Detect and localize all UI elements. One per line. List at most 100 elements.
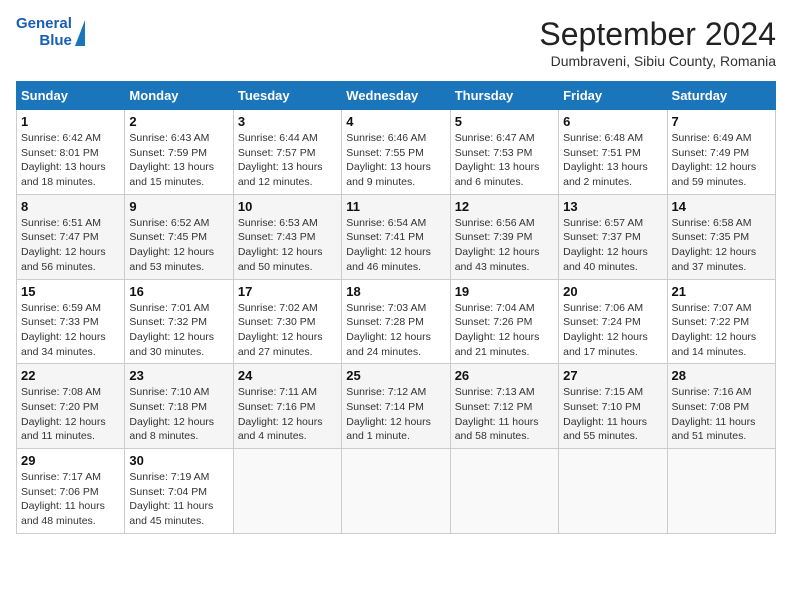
calendar-cell: 1 Sunrise: 6:42 AM Sunset: 8:01 PM Daylig…	[17, 110, 125, 195]
calendar-cell: 22 Sunrise: 7:08 AM Sunset: 7:20 PM Dayli…	[17, 364, 125, 449]
day-info: Sunrise: 7:10 AM Sunset: 7:18 PM Dayligh…	[129, 385, 228, 444]
day-number: 26	[455, 368, 554, 383]
calendar-cell: 19 Sunrise: 7:04 AM Sunset: 7:26 PM Dayli…	[450, 279, 558, 364]
weekday-header: Wednesday	[342, 82, 450, 110]
calendar-header-row: SundayMondayTuesdayWednesdayThursdayFrid…	[17, 82, 776, 110]
calendar-cell: 13Sunrise: 6:57 AM Sunset: 7:37 PM Dayli…	[559, 194, 667, 279]
calendar-cell: 21Sunrise: 7:07 AM Sunset: 7:22 PM Dayli…	[667, 279, 775, 364]
calendar-cell	[233, 449, 341, 534]
calendar-cell: 2 Sunrise: 6:43 AM Sunset: 7:59 PM Daylig…	[125, 110, 233, 195]
calendar-cell	[667, 449, 775, 534]
day-number: 7	[672, 114, 771, 129]
day-number: 22	[21, 368, 120, 383]
day-info: Sunrise: 7:17 AM Sunset: 7:06 PM Dayligh…	[21, 470, 120, 529]
calendar-cell: 10 Sunrise: 6:53 AM Sunset: 7:43 PM Dayli…	[233, 194, 341, 279]
calendar-cell: 3 Sunrise: 6:44 AM Sunset: 7:57 PM Daylig…	[233, 110, 341, 195]
month-title: September 2024	[539, 16, 776, 53]
day-info: Sunrise: 6:47 AM Sunset: 7:53 PM Dayligh…	[455, 131, 554, 190]
calendar-cell: 26 Sunrise: 7:13 AM Sunset: 7:12 PM Dayli…	[450, 364, 558, 449]
location-subtitle: Dumbraveni, Sibiu County, Romania	[539, 53, 776, 69]
calendar-week-row: 8Sunrise: 6:51 AM Sunset: 7:47 PM Daylig…	[17, 194, 776, 279]
day-number: 28	[672, 368, 771, 383]
day-number: 14	[672, 199, 771, 214]
day-info: Sunrise: 6:58 AM Sunset: 7:35 PM Dayligh…	[672, 216, 771, 275]
day-number: 12	[455, 199, 554, 214]
day-info: Sunrise: 7:07 AM Sunset: 7:22 PM Dayligh…	[672, 301, 771, 360]
day-info: Sunrise: 7:08 AM Sunset: 7:20 PM Dayligh…	[21, 385, 120, 444]
day-number: 23	[129, 368, 228, 383]
day-number: 2	[129, 114, 228, 129]
calendar-table: SundayMondayTuesdayWednesdayThursdayFrid…	[16, 81, 776, 534]
calendar-week-row: 22 Sunrise: 7:08 AM Sunset: 7:20 PM Dayli…	[17, 364, 776, 449]
day-number: 4	[346, 114, 445, 129]
day-number: 1	[21, 114, 120, 129]
day-number: 16	[129, 284, 228, 299]
weekday-header: Sunday	[17, 82, 125, 110]
day-number: 24	[238, 368, 337, 383]
day-info: Sunrise: 6:56 AM Sunset: 7:39 PM Dayligh…	[455, 216, 554, 275]
weekday-header: Monday	[125, 82, 233, 110]
calendar-cell: 7 Sunrise: 6:49 AM Sunset: 7:49 PM Daylig…	[667, 110, 775, 195]
calendar-cell	[342, 449, 450, 534]
calendar-week-row: 1 Sunrise: 6:42 AM Sunset: 8:01 PM Daylig…	[17, 110, 776, 195]
weekday-header: Friday	[559, 82, 667, 110]
calendar-cell: 14 Sunrise: 6:58 AM Sunset: 7:35 PM Dayli…	[667, 194, 775, 279]
day-number: 5	[455, 114, 554, 129]
calendar-cell: 8Sunrise: 6:51 AM Sunset: 7:47 PM Daylig…	[17, 194, 125, 279]
calendar-cell: 11Sunrise: 6:54 AM Sunset: 7:41 PM Dayli…	[342, 194, 450, 279]
title-area: September 2024 Dumbraveni, Sibiu County,…	[539, 16, 776, 69]
logo-general: General	[16, 16, 72, 33]
day-info: Sunrise: 6:42 AM Sunset: 8:01 PM Dayligh…	[21, 131, 120, 190]
day-info: Sunrise: 6:48 AM Sunset: 7:51 PM Dayligh…	[563, 131, 662, 190]
day-info: Sunrise: 6:44 AM Sunset: 7:57 PM Dayligh…	[238, 131, 337, 190]
calendar-cell	[559, 449, 667, 534]
calendar-cell: 12 Sunrise: 6:56 AM Sunset: 7:39 PM Dayli…	[450, 194, 558, 279]
calendar-week-row: 29Sunrise: 7:17 AM Sunset: 7:06 PM Dayli…	[17, 449, 776, 534]
day-info: Sunrise: 7:02 AM Sunset: 7:30 PM Dayligh…	[238, 301, 337, 360]
calendar-cell: 9 Sunrise: 6:52 AM Sunset: 7:45 PM Daylig…	[125, 194, 233, 279]
day-number: 6	[563, 114, 662, 129]
calendar-cell	[450, 449, 558, 534]
calendar-cell: 18Sunrise: 7:03 AM Sunset: 7:28 PM Dayli…	[342, 279, 450, 364]
logo: General Blue	[16, 16, 85, 49]
page-header: General Blue September 2024 Dumbraveni, …	[16, 16, 776, 69]
day-info: Sunrise: 7:19 AM Sunset: 7:04 PM Dayligh…	[129, 470, 228, 529]
day-info: Sunrise: 6:46 AM Sunset: 7:55 PM Dayligh…	[346, 131, 445, 190]
day-number: 9	[129, 199, 228, 214]
calendar-week-row: 15Sunrise: 6:59 AM Sunset: 7:33 PM Dayli…	[17, 279, 776, 364]
day-info: Sunrise: 6:53 AM Sunset: 7:43 PM Dayligh…	[238, 216, 337, 275]
day-info: Sunrise: 7:01 AM Sunset: 7:32 PM Dayligh…	[129, 301, 228, 360]
day-info: Sunrise: 6:52 AM Sunset: 7:45 PM Dayligh…	[129, 216, 228, 275]
calendar-cell: 15Sunrise: 6:59 AM Sunset: 7:33 PM Dayli…	[17, 279, 125, 364]
day-info: Sunrise: 7:11 AM Sunset: 7:16 PM Dayligh…	[238, 385, 337, 444]
calendar-cell: 29Sunrise: 7:17 AM Sunset: 7:06 PM Dayli…	[17, 449, 125, 534]
day-info: Sunrise: 7:12 AM Sunset: 7:14 PM Dayligh…	[346, 385, 445, 444]
calendar-cell: 24 Sunrise: 7:11 AM Sunset: 7:16 PM Dayli…	[233, 364, 341, 449]
logo-icon	[75, 20, 85, 46]
day-number: 27	[563, 368, 662, 383]
calendar-cell: 23 Sunrise: 7:10 AM Sunset: 7:18 PM Dayli…	[125, 364, 233, 449]
weekday-header: Thursday	[450, 82, 558, 110]
day-info: Sunrise: 7:03 AM Sunset: 7:28 PM Dayligh…	[346, 301, 445, 360]
day-number: 20	[563, 284, 662, 299]
day-info: Sunrise: 7:16 AM Sunset: 7:08 PM Dayligh…	[672, 385, 771, 444]
day-info: Sunrise: 6:49 AM Sunset: 7:49 PM Dayligh…	[672, 131, 771, 190]
day-info: Sunrise: 6:43 AM Sunset: 7:59 PM Dayligh…	[129, 131, 228, 190]
calendar-cell: 28 Sunrise: 7:16 AM Sunset: 7:08 PM Dayli…	[667, 364, 775, 449]
day-number: 8	[21, 199, 120, 214]
day-number: 10	[238, 199, 337, 214]
calendar-cell: 20 Sunrise: 7:06 AM Sunset: 7:24 PM Dayli…	[559, 279, 667, 364]
day-number: 19	[455, 284, 554, 299]
day-number: 3	[238, 114, 337, 129]
day-info: Sunrise: 7:04 AM Sunset: 7:26 PM Dayligh…	[455, 301, 554, 360]
day-number: 30	[129, 453, 228, 468]
day-info: Sunrise: 7:06 AM Sunset: 7:24 PM Dayligh…	[563, 301, 662, 360]
day-number: 25	[346, 368, 445, 383]
day-number: 13	[563, 199, 662, 214]
weekday-header: Tuesday	[233, 82, 341, 110]
day-number: 17	[238, 284, 337, 299]
day-number: 11	[346, 199, 445, 214]
day-info: Sunrise: 7:13 AM Sunset: 7:12 PM Dayligh…	[455, 385, 554, 444]
day-number: 15	[21, 284, 120, 299]
calendar-cell: 5 Sunrise: 6:47 AM Sunset: 7:53 PM Daylig…	[450, 110, 558, 195]
